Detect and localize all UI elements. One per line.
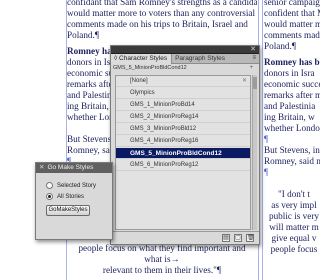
style-groups-icon[interactable]: ▤: [222, 234, 230, 242]
text-line: public is very: [268, 211, 319, 221]
style-row-label: GMS_6_MinionProReg12: [130, 162, 199, 168]
new-style-icon[interactable]: +: [249, 65, 253, 71]
bottom-text-frame[interactable]: people focus on what they find important…: [67, 243, 257, 280]
style-row[interactable]: GMS_4_MinionProReg16: [116, 136, 250, 147]
option-all-stories[interactable]: All Stories: [46, 191, 112, 202]
text-line: [264, 178, 320, 189]
text-line: comments made: [264, 30, 320, 40]
style-row-label: GMS_2_MinionProReg14: [130, 114, 199, 120]
panel-title: Go Make Styles: [47, 164, 94, 171]
text-line: will matter m: [269, 222, 319, 232]
text-line: Poland.¶: [67, 30, 99, 40]
style-row-label: GMS_4_MinionProReg16: [130, 138, 199, 144]
style-row[interactable]: [None] ✕: [116, 76, 250, 87]
trash-icon[interactable]: 🗑: [246, 234, 255, 242]
scrollbar-thumb[interactable]: [253, 77, 257, 89]
tab-paragraph-styles[interactable]: Paragraph Styles: [172, 54, 229, 64]
text-line: ¶: [264, 134, 269, 144]
text-line: donors in Isra: [264, 68, 315, 78]
panel-titlebar[interactable]: ✕ Go Make Styles: [36, 163, 112, 173]
text-line: comments made on his trips to Britain, I…: [67, 19, 248, 29]
text-line: ¶: [264, 167, 269, 177]
style-row-label: GMS_1_MinionProBd14: [130, 102, 195, 108]
text-line: relevant to them in their lives."¶: [102, 265, 222, 275]
radio-checked-icon[interactable]: [46, 193, 53, 200]
character-styles-panel: ✕ ◊ Character Styles Paragraph Styles ≡ …: [110, 45, 260, 245]
text-line: and Palestinia: [264, 101, 316, 111]
text-line: whether Londo: [264, 123, 320, 133]
style-row-label: GMS_5_MinionProBldCond12: [130, 150, 222, 157]
style-row[interactable]: GMS_2_MinionProReg14: [116, 112, 250, 123]
option-label: All Stories: [57, 193, 85, 200]
text-line: But Stevens, in a: [264, 145, 320, 155]
text-line: Romney has be: [264, 57, 320, 67]
style-list-scrollbar[interactable]: [252, 75, 257, 230]
text-line: would matter more to voters than any con…: [67, 8, 256, 18]
panel-menu-icon[interactable]: ≡: [252, 55, 256, 61]
text-line: people focus: [270, 244, 318, 254]
lock-icon: ✕: [241, 78, 247, 84]
current-style-label: GMS_5_MinionProBldCond12 +: [113, 65, 255, 74]
radio-icon[interactable]: [46, 182, 53, 189]
close-icon[interactable]: ✕: [250, 45, 256, 53]
text-line: senior campaign: [264, 0, 320, 7]
text-line: remarks after m: [264, 90, 320, 100]
text-line: economic succe: [264, 79, 320, 89]
panel-footer: ▤ ▢ 🗑: [111, 231, 259, 244]
go-make-styles-button[interactable]: GoMakeStyles: [46, 205, 90, 216]
style-row-label: Olympics: [130, 90, 155, 96]
style-row[interactable]: GMS_1_MinionProBd14: [116, 100, 250, 111]
text-line: "I don't t: [278, 189, 310, 199]
text-line: as very impl: [271, 200, 317, 210]
right-text-frame[interactable]: senior campaign confident that M would m…: [264, 0, 320, 280]
text-line: what is→: [144, 254, 180, 264]
close-icon[interactable]: ✕: [39, 163, 44, 173]
text-line: give equal v: [271, 233, 317, 243]
style-row[interactable]: GMS_6_MinionProReg12: [116, 160, 250, 171]
text-line: confidant that Sam Romney's strengths as…: [67, 0, 257, 7]
style-list: [None] ✕ Olympics GMS_1_MinionProBd14 GMS…: [115, 75, 251, 230]
panel-tabs: ◊ Character Styles Paragraph Styles ≡: [111, 54, 259, 64]
column-guide: [262, 0, 263, 280]
new-style-icon[interactable]: ▢: [234, 234, 242, 242]
text-line: confident that M: [264, 8, 320, 18]
option-selected-story[interactable]: Selected Story: [46, 180, 112, 191]
text-line: ing Britain, w: [264, 112, 315, 122]
text-line: Poland.¶: [264, 41, 296, 51]
style-row[interactable]: GMS_3_MinionProBld12: [116, 124, 250, 135]
gms-body: Selected Story All Stories GoMakeStyles: [36, 173, 112, 216]
style-row[interactable]: Olympics: [116, 88, 250, 99]
panel-titlebar[interactable]: ✕: [111, 46, 259, 54]
current-style-name: GMS_5_MinionProBldCond12: [113, 65, 187, 71]
text-line: would matter m: [264, 19, 320, 29]
style-row-label: [None]: [130, 78, 148, 84]
tab-character-styles[interactable]: ◊ Character Styles: [111, 54, 173, 64]
text-line: Romney, said ne: [264, 156, 320, 166]
option-label: Selected Story: [57, 182, 97, 189]
go-make-styles-panel: ✕ Go Make Styles Selected Story All Stor…: [35, 162, 113, 240]
style-row-label: GMS_3_MinionProBld12: [130, 126, 197, 132]
style-row-selected[interactable]: GMS_5_MinionProBldCond12: [116, 148, 250, 159]
